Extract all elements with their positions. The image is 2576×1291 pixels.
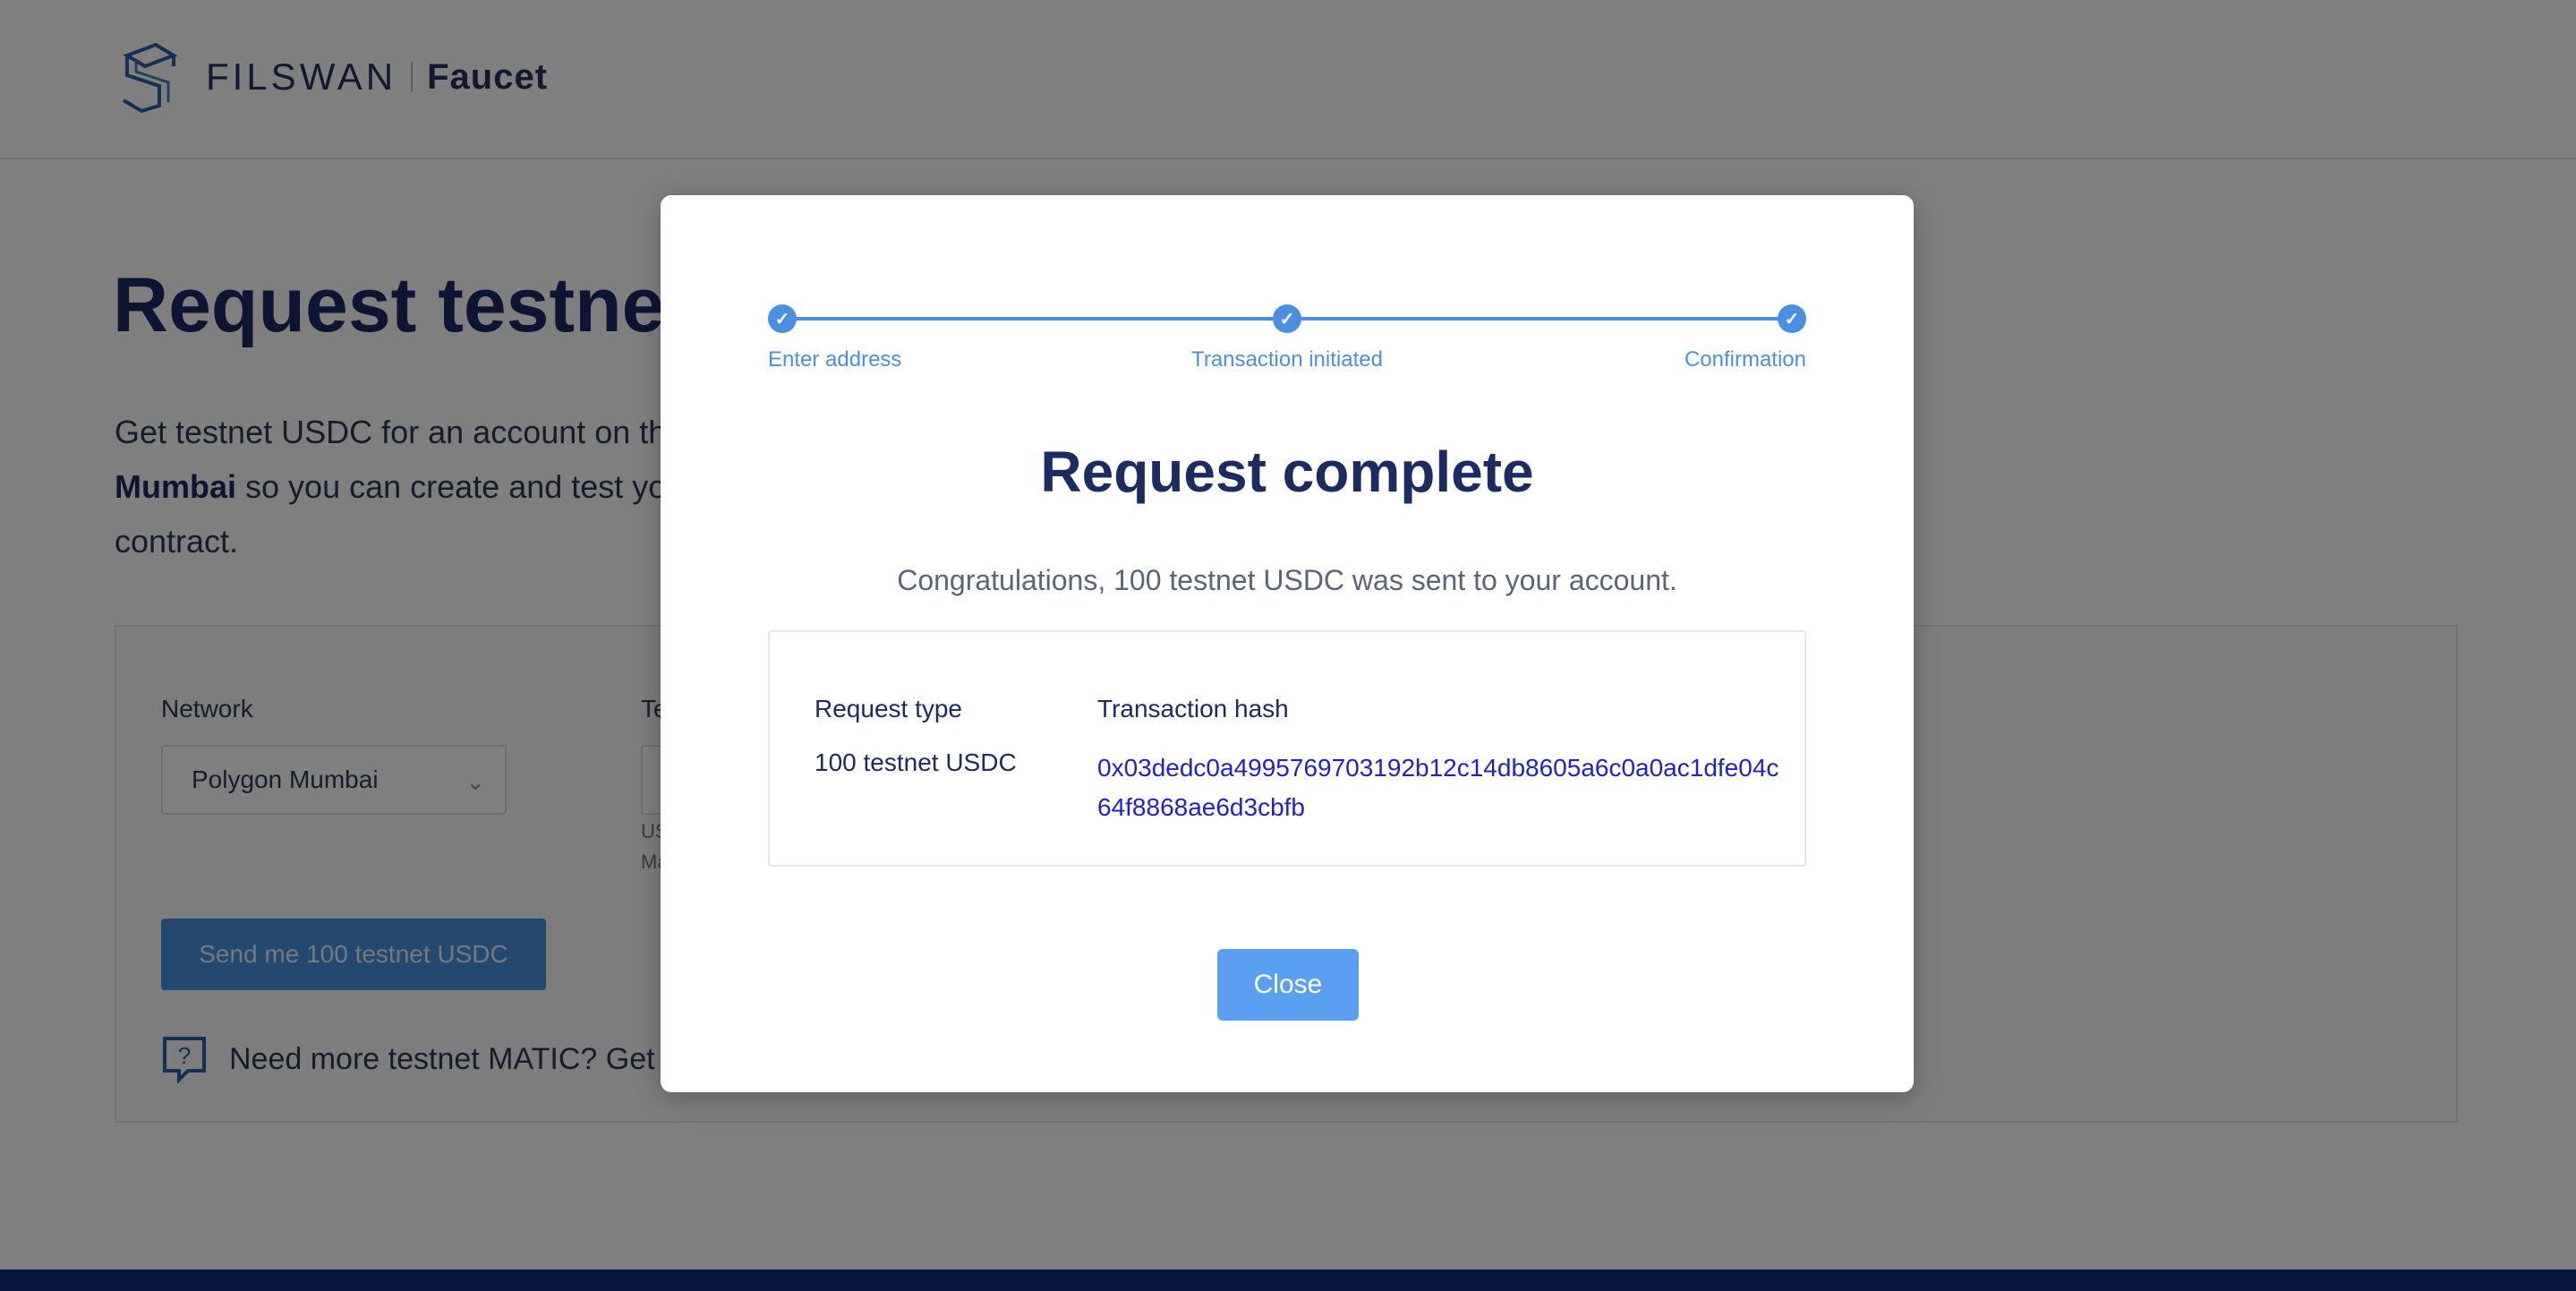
step-3-label: Confirmation [1684,347,1806,372]
dialog-title: Request complete [1040,440,1534,504]
request-type-header: Request type [815,695,962,722]
step-connector-2 [1301,317,1790,321]
step-2-check-icon: ✓ [1273,304,1301,333]
step-connector-1 [797,317,1273,321]
transaction-hash-header: Transaction hash [1097,695,1289,722]
step-1-check-icon: ✓ [768,304,797,333]
close-button[interactable]: Close [1217,949,1359,1021]
dialog-message: Congratulations, 100 testnet USDC was se… [897,564,1677,596]
request-complete-dialog: ✓ ✓ ✓ Enter address Transaction initiate… [661,195,1914,1092]
transaction-hash-link[interactable]: 0x03dedc0a4995769703192b12c14db8605a6c0a… [1097,748,1787,827]
progress-stepper: ✓ ✓ ✓ Enter address Transaction initiate… [768,304,1806,376]
step-2-label: Transaction initiated [1191,347,1383,372]
step-1-label: Enter address [768,347,902,372]
request-type-value: 100 testnet USDC [815,748,1017,776]
step-3-check-icon: ✓ [1778,304,1806,333]
transaction-result: Request type Transaction hash 100 testne… [768,630,1806,867]
